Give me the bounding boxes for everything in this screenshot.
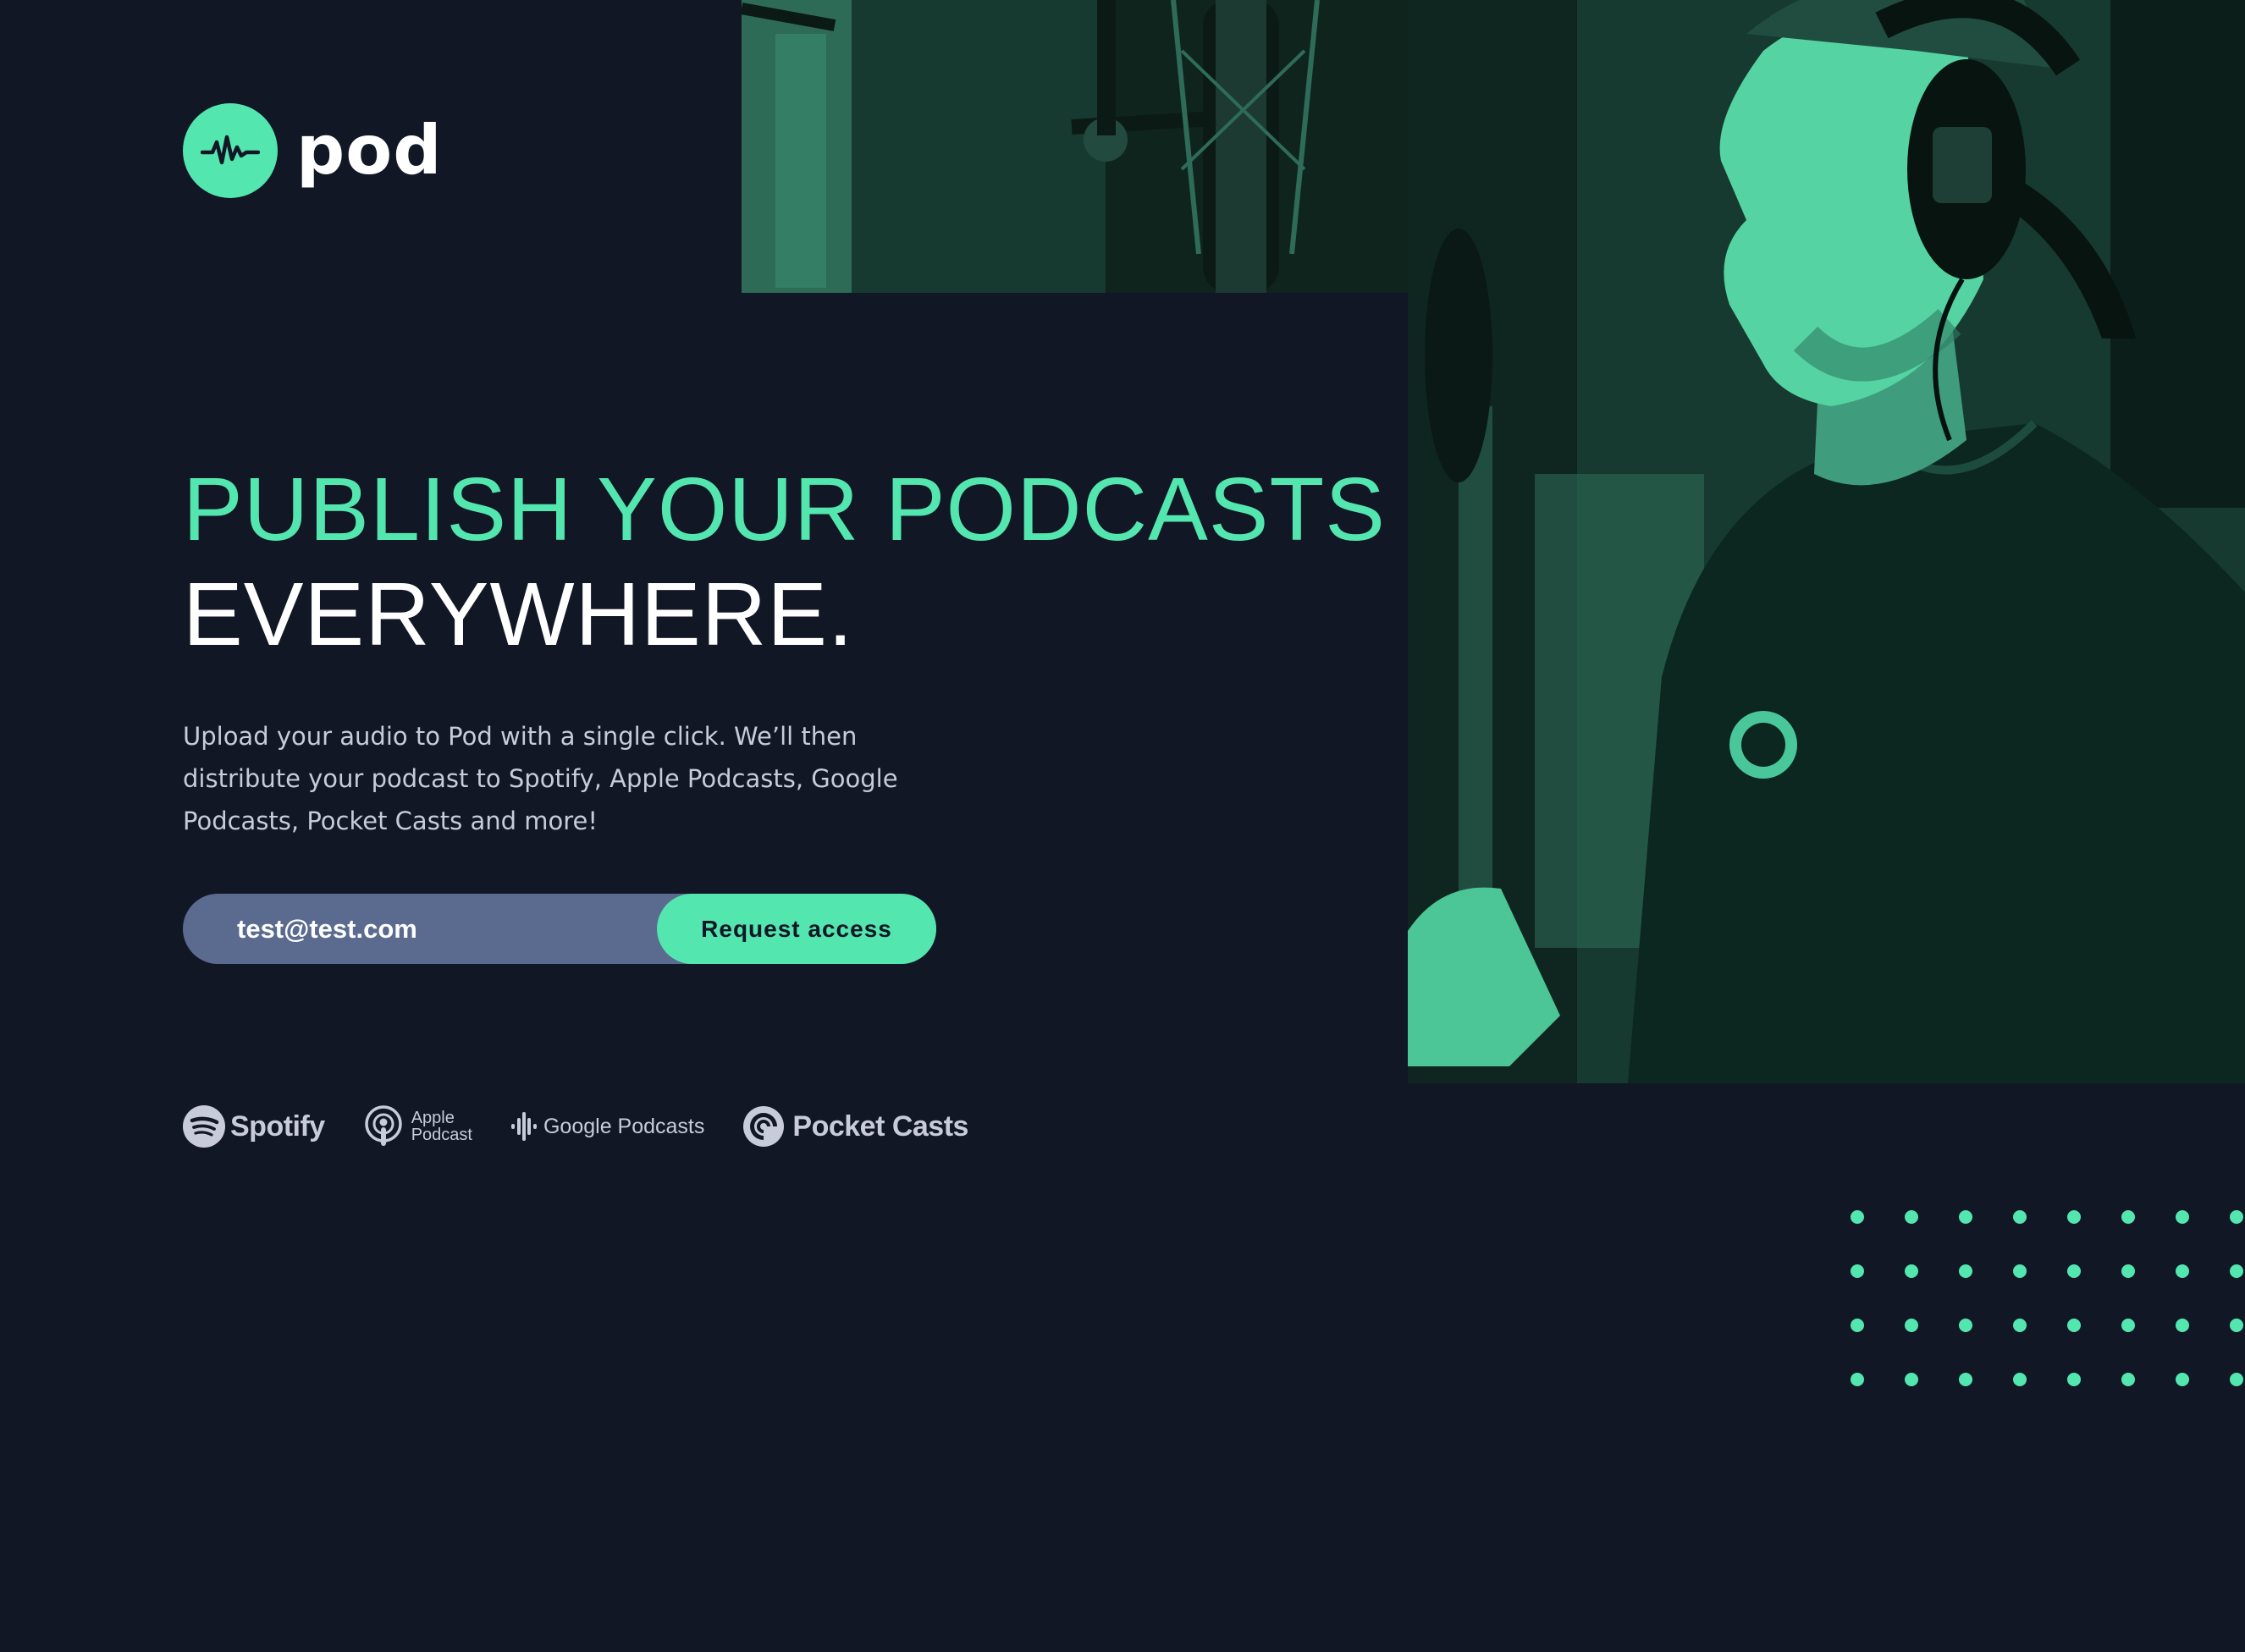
decorative-dot <box>2013 1373 2027 1386</box>
decorative-dot <box>1959 1319 1972 1332</box>
decorative-dot <box>2067 1210 2081 1224</box>
headline-line-accent: PUBLISH YOUR PODCASTS <box>183 460 1386 559</box>
apple-podcast-logo: Apple Podcast <box>364 1104 472 1148</box>
pocket-casts-label: Pocket Casts <box>792 1110 968 1143</box>
decorative-dot <box>2013 1210 2027 1224</box>
hero-photo-top <box>742 0 1408 293</box>
request-access-button[interactable]: Request access <box>657 894 936 964</box>
decorative-dot <box>1851 1264 1864 1278</box>
decorative-dot <box>2121 1373 2135 1386</box>
apple-podcast-label: Apple Podcast <box>411 1110 472 1143</box>
apple-label-line2: Podcast <box>411 1126 472 1144</box>
request-access-form: Request access <box>183 893 936 965</box>
headline-line-white: EVERYWHERE. <box>183 564 854 664</box>
decorative-dot <box>2230 1210 2243 1224</box>
decorative-dot <box>1905 1373 1918 1386</box>
decorative-dot <box>2121 1264 2135 1278</box>
decorative-dot <box>2176 1264 2189 1278</box>
decorative-dot <box>2176 1319 2189 1332</box>
apple-label-line1: Apple <box>411 1109 455 1127</box>
pocket-casts-icon <box>743 1106 785 1147</box>
decorative-dot <box>2230 1373 2243 1386</box>
decorative-dot <box>2067 1264 2081 1278</box>
google-podcasts-label: Google Podcasts <box>543 1114 705 1138</box>
spotify-icon <box>183 1105 225 1148</box>
decorative-dot <box>2176 1210 2189 1224</box>
google-podcasts-icon <box>510 1112 537 1141</box>
hero-headline: PUBLISH YOUR PODCASTS EVERYWHERE. <box>183 457 1386 667</box>
decorative-dot <box>1905 1319 1918 1332</box>
decorative-dot <box>2013 1264 2027 1278</box>
decorative-dot-grid <box>1845 1203 2245 1398</box>
email-input[interactable] <box>183 893 657 965</box>
decorative-dot <box>2121 1210 2135 1224</box>
decorative-dot <box>1959 1264 1972 1278</box>
pocket-casts-logo: Pocket Casts <box>743 1106 968 1147</box>
decorative-dot <box>1851 1210 1864 1224</box>
hero-photo-podcaster <box>1408 0 2245 1083</box>
hero-description: Upload your audio to Pod with a single c… <box>183 722 898 835</box>
brand-name: pod <box>296 111 443 190</box>
decorative-dot <box>1851 1319 1864 1332</box>
decorative-dot <box>1851 1373 1864 1386</box>
decorative-dot <box>2067 1373 2081 1386</box>
google-podcasts-logo: Google Podcasts <box>510 1112 705 1141</box>
decorative-dot <box>2176 1373 2189 1386</box>
decorative-dot <box>1959 1210 1972 1224</box>
decorative-dot <box>1905 1210 1918 1224</box>
partner-logos: Spotify Apple Podcast Google Podcasts Po… <box>183 1100 1007 1153</box>
decorative-dot <box>2230 1264 2243 1278</box>
sound-wave-icon <box>183 103 278 198</box>
decorative-dot <box>2013 1319 2027 1332</box>
decorative-dot <box>2121 1319 2135 1332</box>
decorative-dot <box>2067 1319 2081 1332</box>
brand-logo[interactable]: pod <box>183 103 443 198</box>
decorative-dot <box>2230 1319 2243 1332</box>
spotify-label: Spotify <box>230 1110 325 1143</box>
spotify-logo: Spotify <box>183 1105 325 1148</box>
decorative-dot <box>1905 1264 1918 1278</box>
decorative-dot <box>1959 1373 1972 1386</box>
apple-podcast-icon <box>364 1105 402 1146</box>
